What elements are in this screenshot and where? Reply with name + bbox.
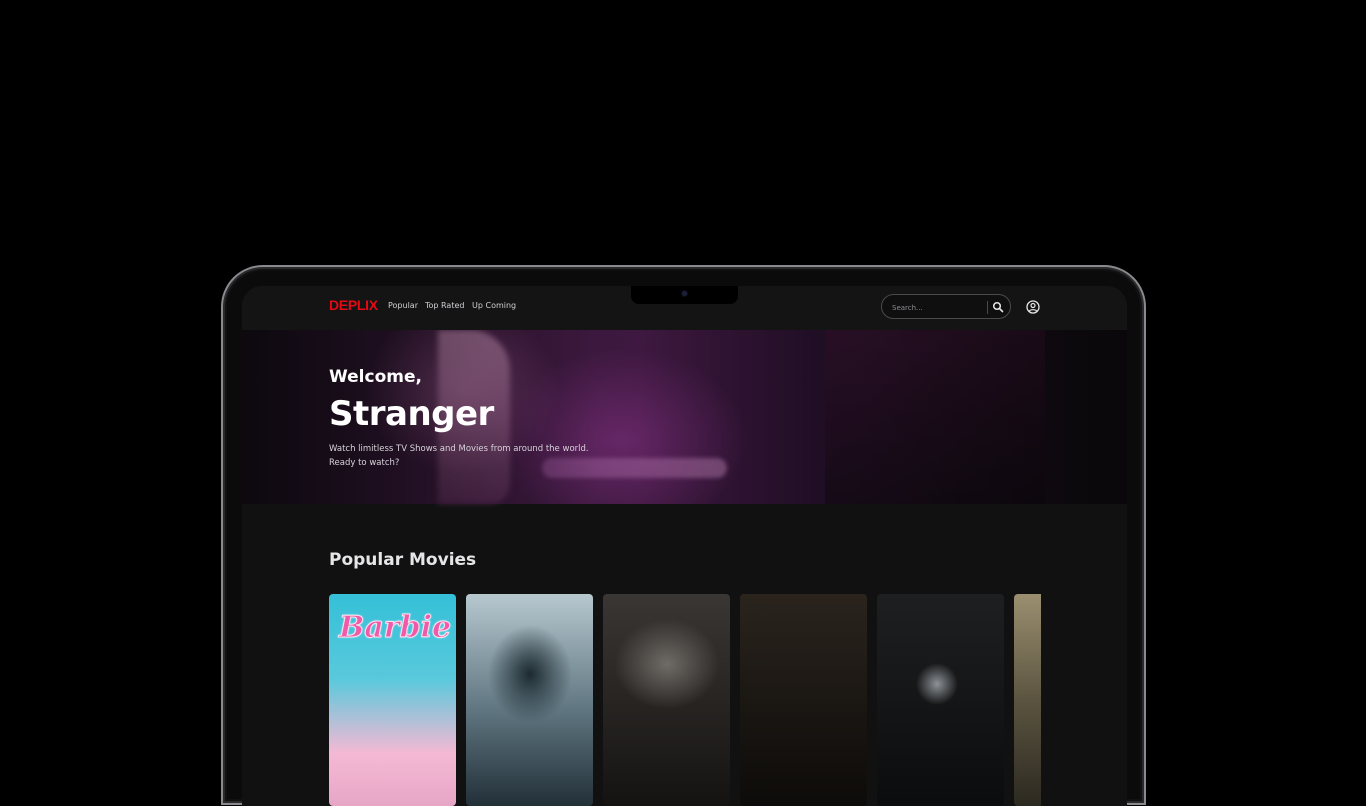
movie-card[interactable]: Barbie xyxy=(329,594,456,806)
hero-name: Stranger xyxy=(329,394,494,434)
movie-card[interactable] xyxy=(1014,594,1041,806)
app-screen: DEPLIX Popular Top Rated Up Coming Searc… xyxy=(242,286,1127,806)
search-bar xyxy=(881,294,1011,319)
nav-link-popular[interactable]: Popular xyxy=(388,301,418,310)
hero-banner: Welcome, Stranger Watch limitless TV Sho… xyxy=(242,330,1127,504)
search-icon[interactable] xyxy=(992,301,1004,313)
webcam xyxy=(682,291,687,296)
movie-card[interactable] xyxy=(740,594,867,806)
app-logo[interactable]: DEPLIX xyxy=(329,297,378,313)
movie-card[interactable] xyxy=(877,594,1004,806)
camera-notch xyxy=(631,286,738,304)
search-divider xyxy=(987,301,988,314)
nav-link-up-coming[interactable]: Up Coming xyxy=(472,301,516,310)
laptop-frame: DEPLIX Popular Top Rated Up Coming Searc… xyxy=(221,265,1146,806)
poster-title: Barbie xyxy=(338,610,452,646)
section-title-popular: Popular Movies xyxy=(329,550,477,570)
movie-carousel: Barbie xyxy=(329,594,1041,806)
hero-tagline: Watch limitless TV Shows and Movies from… xyxy=(329,444,589,454)
hero-cta-text: Ready to watch? xyxy=(329,458,400,468)
user-circle-icon[interactable] xyxy=(1026,300,1040,314)
nav-link-top-rated[interactable]: Top Rated xyxy=(425,301,464,310)
hero-greeting: Welcome, xyxy=(329,367,422,387)
movie-card[interactable] xyxy=(603,594,730,806)
movie-card[interactable] xyxy=(466,594,593,806)
search-input[interactable] xyxy=(890,300,986,316)
